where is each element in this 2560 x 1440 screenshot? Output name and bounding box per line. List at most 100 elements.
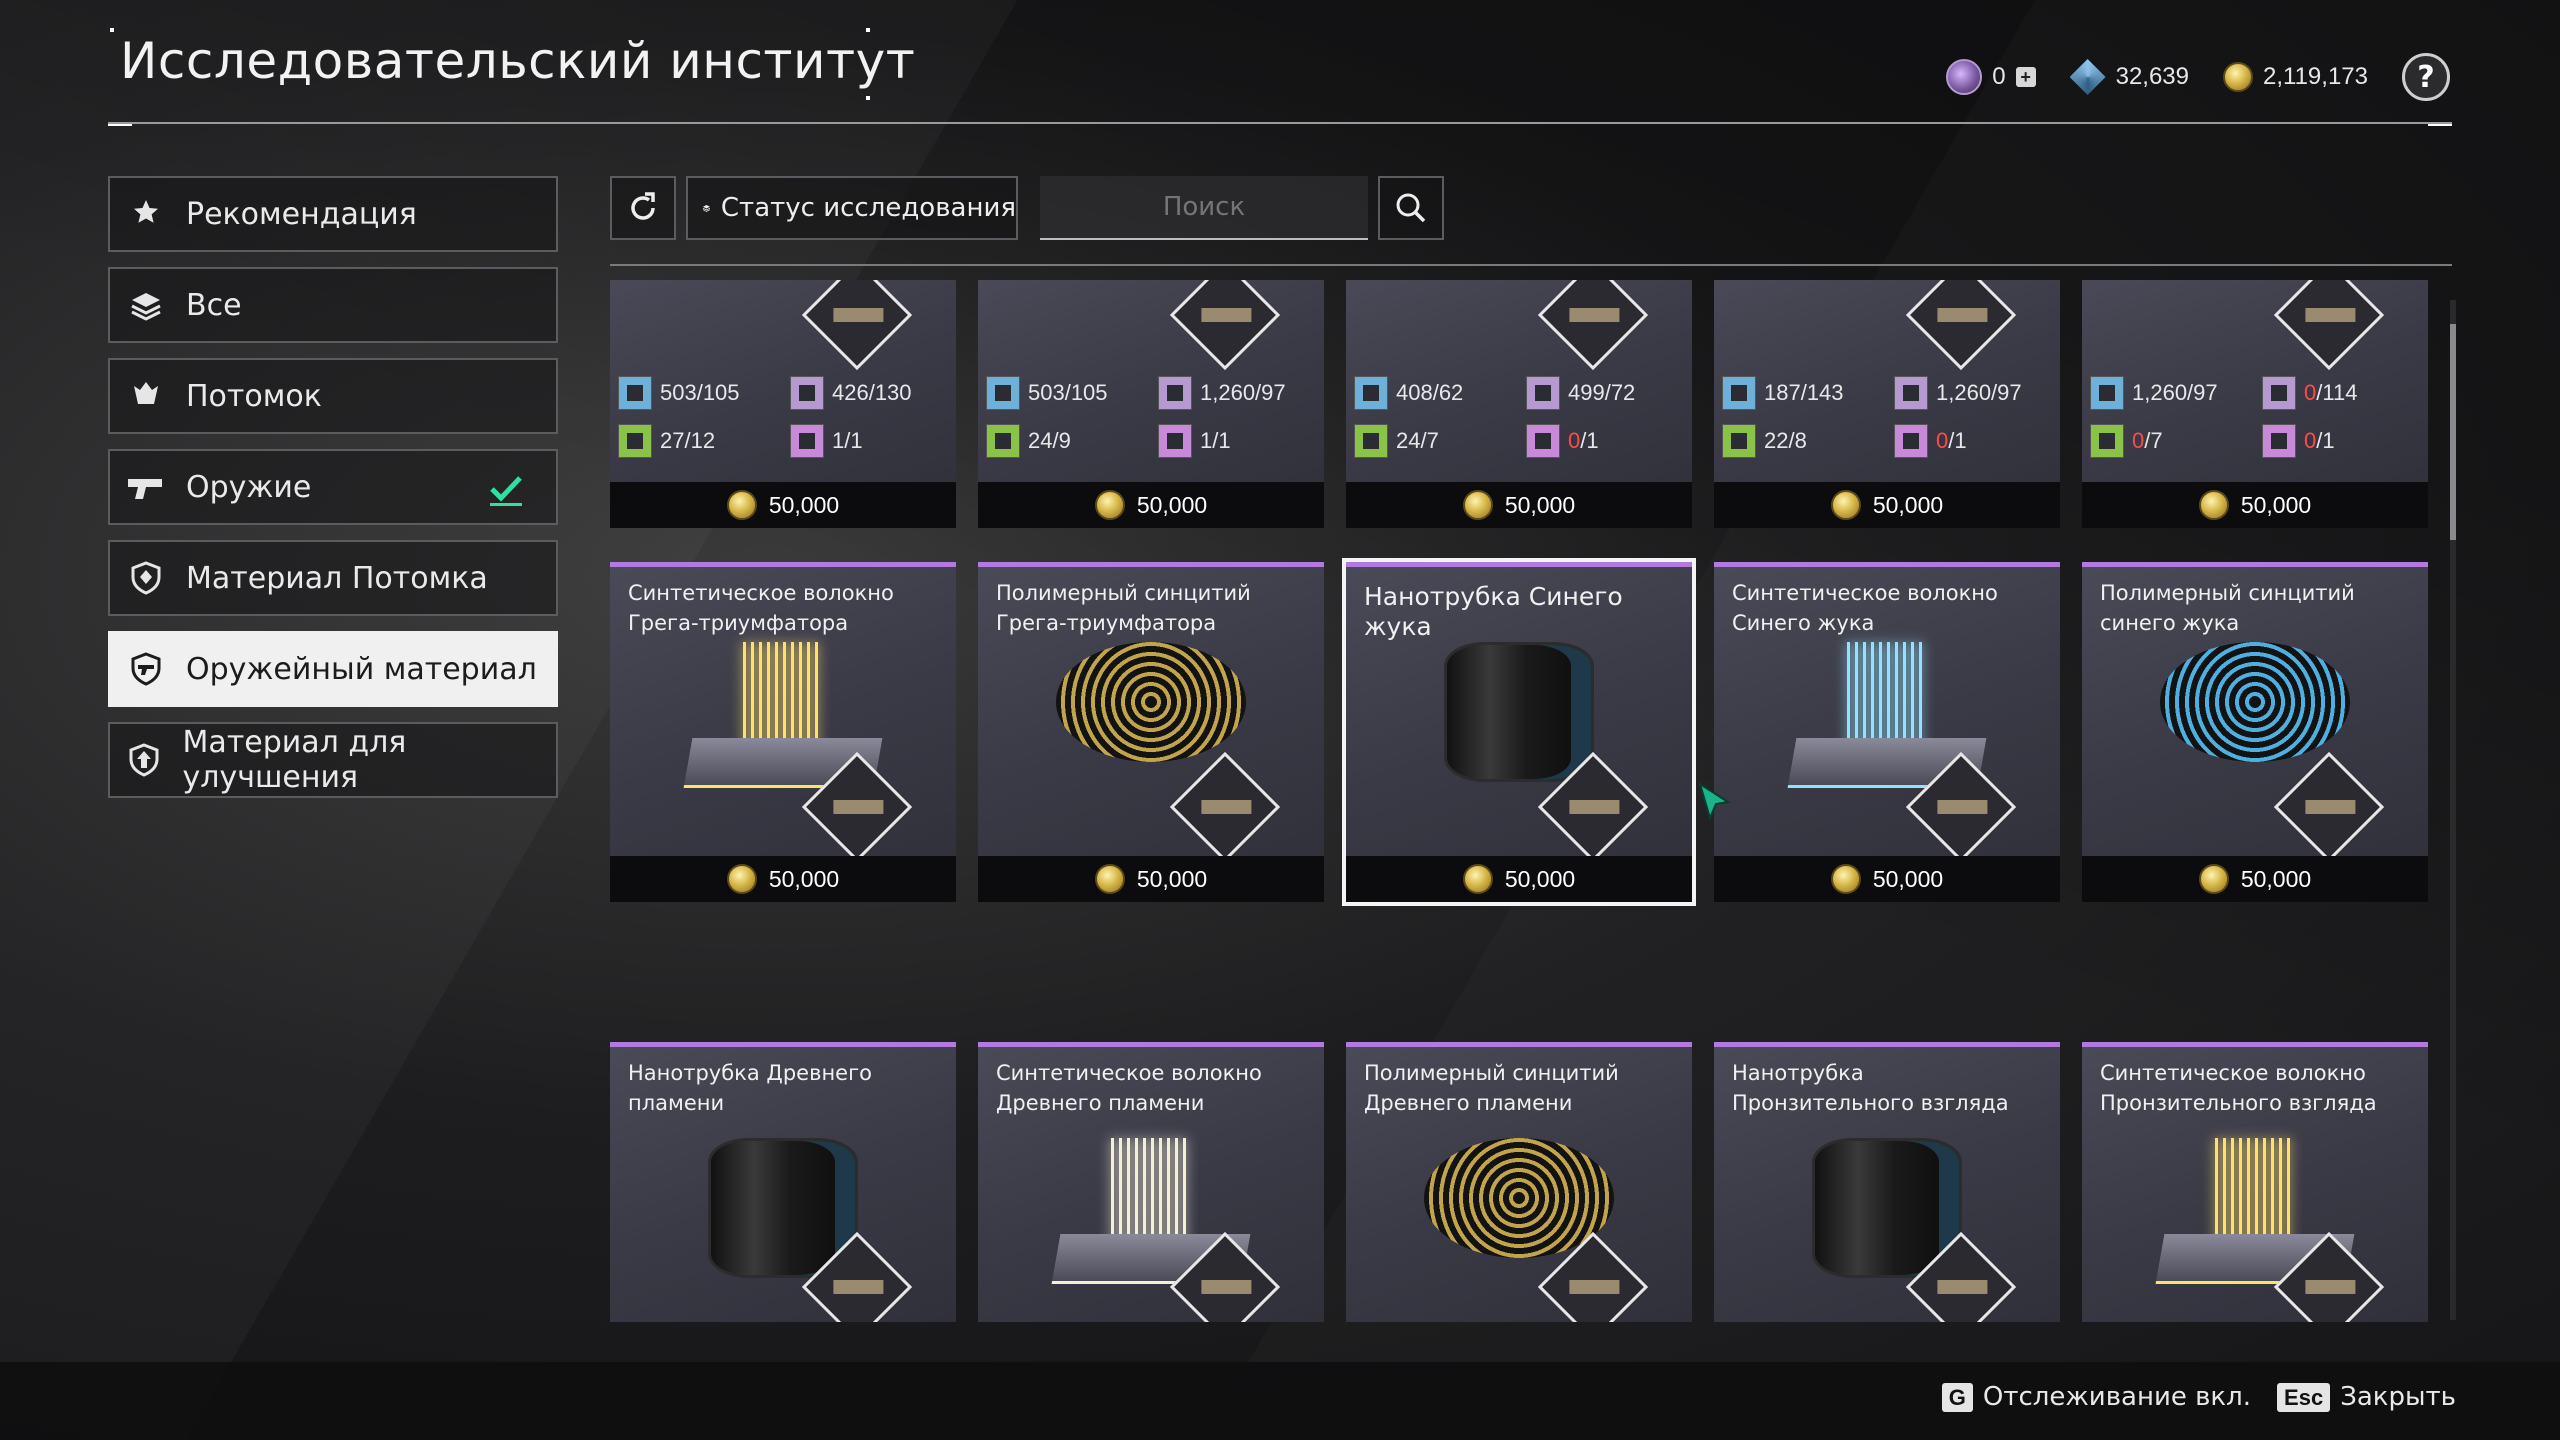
requirement-item: 1,260/97 bbox=[1158, 376, 1286, 410]
sidebar-item-weapon-material[interactable]: Оружейный материал bbox=[108, 631, 558, 707]
scrollbar-thumb[interactable] bbox=[2450, 324, 2456, 540]
sidebar-item-label: Оружие bbox=[186, 469, 312, 505]
currency-bar: 0 + 32,639 2,119,173 ? bbox=[1946, 53, 2450, 101]
requirement-item: 1,260/97 bbox=[1894, 376, 2022, 410]
gun-icon bbox=[1201, 308, 1252, 322]
hint-label: Отслеживание вкл. bbox=[1982, 1382, 2252, 1412]
gold-coin-icon bbox=[2198, 864, 2229, 894]
requirement-owned-low: 0 bbox=[2304, 428, 2317, 453]
currency-caliber: 0 + bbox=[1946, 59, 2036, 95]
research-card[interactable]: Полимерный синцитий Древнего пламени bbox=[1346, 1042, 1692, 1322]
card-title: Нанотрубка Древнего пламени bbox=[628, 1061, 872, 1115]
sidebar-item-descendant-material[interactable]: Материал Потомка bbox=[108, 540, 558, 616]
price-bar: 50,000 bbox=[610, 856, 956, 902]
research-card[interactable]: 1,260/97 0/114 0/7 0/1 50,000 bbox=[2082, 280, 2428, 528]
card-title: Синтетическое волокно Синего жука bbox=[1732, 581, 1998, 635]
gold-coin-icon bbox=[1094, 490, 1125, 520]
material-icon bbox=[618, 424, 652, 458]
requirement-item: 27/12 bbox=[618, 424, 715, 458]
search-icon bbox=[1396, 193, 1426, 223]
layers-icon bbox=[126, 285, 166, 325]
weapon-badge-icon bbox=[1537, 280, 1649, 371]
research-card[interactable]: Нанотрубка Синего жука426/13036/1250/70/… bbox=[1342, 558, 1696, 906]
requirement-count: 27/12 bbox=[660, 428, 716, 453]
requirement-count: 22/8 bbox=[1764, 428, 1807, 453]
requirement-item: 24/9 bbox=[986, 424, 1071, 458]
card-accent-bar bbox=[978, 1042, 1324, 1047]
requirement-count: 187/143 bbox=[1764, 380, 1844, 405]
gun-icon bbox=[1201, 800, 1252, 814]
page-title: Исследовательский институт bbox=[120, 32, 916, 90]
research-card[interactable]: Синтетическое волокно Пронзительного взг… bbox=[2082, 1042, 2428, 1322]
refresh-icon bbox=[631, 192, 655, 220]
frame-corner bbox=[866, 96, 870, 100]
card-accent-bar bbox=[1346, 562, 1692, 567]
price-value: 50,000 bbox=[768, 865, 840, 892]
search-button[interactable] bbox=[1378, 176, 1444, 240]
gold-coin-icon bbox=[1830, 864, 1861, 894]
card-accent-bar bbox=[2082, 562, 2428, 567]
research-card[interactable]: Нанотрубка Пронзительного взгляда bbox=[1714, 1042, 2060, 1322]
gold-coin-icon bbox=[1462, 490, 1493, 520]
requirement-item: 0/1 bbox=[1894, 424, 1967, 458]
price-bar: 50,000 bbox=[1714, 856, 2060, 902]
pistol-icon bbox=[126, 467, 166, 507]
material-icon bbox=[790, 376, 824, 410]
gun-icon bbox=[2305, 1280, 2356, 1294]
sidebar-item-label: Все bbox=[186, 287, 242, 323]
price-value: 50,000 bbox=[2240, 491, 2312, 518]
shield-icon bbox=[126, 558, 166, 598]
requirement-count: 408/62 bbox=[1396, 380, 1464, 405]
research-card[interactable]: 408/62 499/72 24/7 0/1 50,000 bbox=[1346, 280, 1692, 528]
requirement-owned-low: 0 bbox=[1936, 428, 1949, 453]
close-hint[interactable]: Esc Закрыть bbox=[2277, 1382, 2456, 1412]
price-value: 50,000 bbox=[1872, 491, 1944, 518]
weapon-badge-icon bbox=[1169, 280, 1281, 371]
material-icon bbox=[1526, 376, 1560, 410]
material-icon bbox=[618, 376, 652, 410]
add-currency-button[interactable]: + bbox=[2015, 67, 2036, 87]
card-title: Полимерный синцитий Древнего пламени bbox=[1364, 1061, 1619, 1115]
research-card[interactable]: 187/143 1,260/97 22/8 0/1 50,000 bbox=[1714, 280, 2060, 528]
search-input[interactable] bbox=[1040, 176, 1368, 240]
research-card[interactable]: Синтетическое волокно Древнего пламени bbox=[978, 1042, 1324, 1322]
price-value: 50,000 bbox=[768, 491, 840, 518]
help-button[interactable]: ? bbox=[2402, 53, 2450, 101]
sidebar-item-upgrade-material[interactable]: Материал для улучшения bbox=[108, 722, 558, 798]
research-card[interactable]: Синтетическое волокно Грега-триумфатора9… bbox=[610, 562, 956, 902]
research-status-filter[interactable]: Статус исследования bbox=[686, 176, 1018, 240]
requirement-item: 0/7 bbox=[2090, 424, 2163, 458]
research-card[interactable]: Полимерный синцитий синего жука187/1430/… bbox=[2082, 562, 2428, 902]
requirement-count: 1,260/97 bbox=[1936, 380, 2022, 405]
sidebar-item-recommendation[interactable]: Рекомендация bbox=[108, 176, 558, 252]
sidebar-item-all[interactable]: Все bbox=[108, 267, 558, 343]
gun-icon bbox=[833, 800, 884, 814]
requirement-owned-low: 0 bbox=[1568, 428, 1581, 453]
research-card[interactable]: 503/105 426/130 27/12 1/1 50,000 bbox=[610, 280, 956, 528]
research-card[interactable]: Синтетическое волокно Синего жука499/720… bbox=[1714, 562, 2060, 902]
requirement-count: 24/7 bbox=[1396, 428, 1439, 453]
research-card[interactable]: Полимерный синцитий Грега-триумфатора0/1… bbox=[978, 562, 1324, 902]
requirement-item: 408/62 bbox=[1354, 376, 1463, 410]
tracking-hint[interactable]: G Отслеживание вкл. bbox=[1941, 1382, 2252, 1412]
card-accent-bar bbox=[1714, 562, 2060, 567]
requirement-count: 0/1 bbox=[2304, 428, 2335, 453]
requirement-item: 0/114 bbox=[2262, 376, 2357, 410]
gun-icon bbox=[1937, 1280, 1988, 1294]
refresh-button[interactable] bbox=[610, 176, 676, 240]
fiber-glow bbox=[1847, 642, 1927, 752]
kuiper-shard-icon bbox=[2069, 59, 2106, 95]
research-card[interactable]: Нанотрубка Древнего пламени bbox=[610, 1042, 956, 1322]
nanotube-art bbox=[1444, 642, 1594, 782]
research-status-label: Статус исследования bbox=[720, 193, 1016, 223]
research-card[interactable]: 503/105 1,260/97 24/9 1/1 50,000 bbox=[978, 280, 1324, 528]
material-icon bbox=[2262, 424, 2296, 458]
gold-coin-icon bbox=[726, 490, 757, 520]
price-bar: 50,000 bbox=[1346, 856, 1692, 902]
requirement-item: 503/105 bbox=[618, 376, 740, 410]
sidebar-item-descendant[interactable]: Потомок bbox=[108, 358, 558, 434]
upgrade-icon bbox=[126, 740, 163, 780]
sidebar-item-label: Рекомендация bbox=[186, 196, 417, 232]
honeycomb-art bbox=[1056, 642, 1246, 762]
sidebar-item-weapon[interactable]: Оружие bbox=[108, 449, 558, 525]
